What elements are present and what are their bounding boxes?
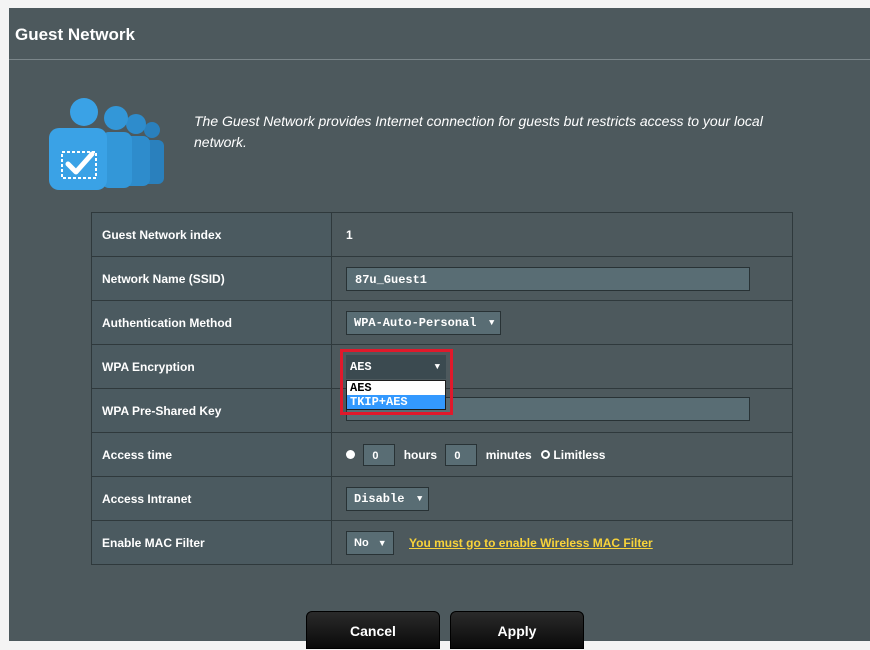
auth-label: Authentication Method bbox=[91, 300, 332, 345]
auth-method-select[interactable]: WPA-Auto-Personal ▼ bbox=[346, 310, 502, 335]
mac-filter-value-cell: No ▼ You must go to enable Wireless MAC … bbox=[331, 520, 793, 565]
row-intranet: Access Intranet Disable ▼ bbox=[91, 476, 793, 521]
apply-button[interactable]: Apply bbox=[450, 611, 584, 649]
cancel-button[interactable]: Cancel bbox=[306, 611, 440, 649]
row-index: Guest Network index 1 bbox=[91, 212, 793, 257]
minutes-input[interactable]: 0 bbox=[445, 443, 478, 466]
mac-filter-label: Enable MAC Filter bbox=[91, 520, 332, 565]
access-time-value-cell: 0 hours 0 minutes Limitless bbox=[331, 432, 793, 477]
psk-label: WPA Pre-Shared Key bbox=[91, 388, 332, 433]
ssid-input[interactable]: 87u_Guest1 bbox=[346, 266, 750, 291]
intranet-label: Access Intranet bbox=[91, 476, 332, 521]
access-time-limited-radio[interactable] bbox=[346, 450, 355, 459]
hours-input[interactable]: 0 bbox=[363, 443, 396, 466]
row-access-time: Access time 0 hours 0 minutes Limitless bbox=[91, 432, 793, 477]
mac-filter-value: No bbox=[354, 536, 369, 549]
auth-value-cell: WPA-Auto-Personal ▼ bbox=[331, 300, 793, 345]
intranet-value: Disable bbox=[354, 491, 405, 506]
mac-filter-link[interactable]: You must go to enable Wireless MAC Filte… bbox=[409, 536, 653, 550]
index-value-cell: 1 bbox=[331, 212, 793, 257]
chevron-down-icon: ▼ bbox=[417, 493, 423, 504]
row-mac-filter: Enable MAC Filter No ▼ You must go to en… bbox=[91, 520, 793, 565]
row-auth: Authentication Method WPA-Auto-Personal … bbox=[91, 300, 793, 345]
chevron-down-icon: ▼ bbox=[377, 537, 387, 548]
ssid-value-cell: 87u_Guest1 bbox=[331, 256, 793, 301]
intranet-select[interactable]: Disable ▼ bbox=[346, 486, 430, 511]
intro-description: The Guest Network provides Internet conn… bbox=[194, 113, 763, 150]
page-title: Guest Network bbox=[9, 8, 870, 60]
access-time-limitless-radio[interactable] bbox=[541, 450, 551, 459]
auth-method-value: WPA-Auto-Personal bbox=[354, 315, 477, 330]
hours-label: hours bbox=[403, 447, 438, 462]
guest-settings-table: Guest Network index 1 Network Name (SSID… bbox=[91, 212, 793, 565]
guest-network-panel: Guest Network The Guest Network provides… bbox=[9, 8, 870, 649]
limitless-label: Limitless bbox=[553, 447, 606, 462]
encryption-label: WPA Encryption bbox=[91, 344, 332, 389]
index-label: Guest Network index bbox=[91, 212, 332, 257]
guest-users-icon bbox=[49, 98, 164, 190]
mac-filter-select[interactable]: No ▼ bbox=[346, 530, 394, 555]
minutes-label: minutes bbox=[485, 447, 532, 462]
chevron-down-icon: ▼ bbox=[489, 317, 495, 328]
index-value: 1 bbox=[346, 227, 353, 242]
intro-section: The Guest Network provides Internet conn… bbox=[44, 96, 844, 196]
row-encryption: WPA Encryption AES ▼ AES TKIP+AES bbox=[91, 344, 793, 415]
access-time-label: Access time bbox=[91, 432, 332, 477]
highlight-box bbox=[340, 349, 453, 415]
row-ssid: Network Name (SSID) 87u_Guest1 bbox=[91, 256, 793, 301]
ssid-label: Network Name (SSID) bbox=[91, 256, 332, 301]
intranet-value-cell: Disable ▼ bbox=[331, 476, 793, 521]
encryption-value-cell: AES ▼ AES TKIP+AES bbox=[331, 344, 793, 415]
